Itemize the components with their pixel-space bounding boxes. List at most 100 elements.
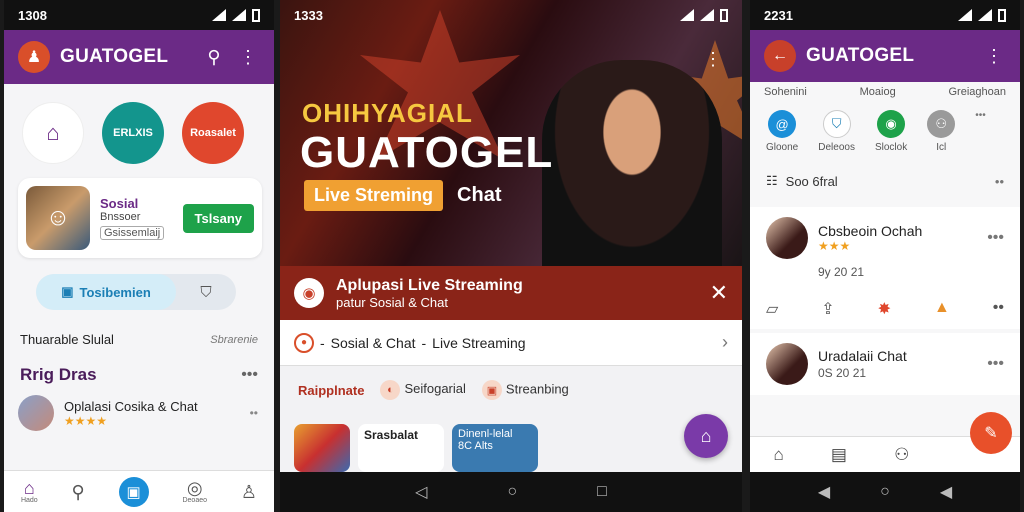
nav-profile[interactable]: ♙ xyxy=(241,483,257,501)
more-horizontal-icon[interactable]: •• xyxy=(995,174,1004,189)
category-icon: ● xyxy=(294,332,314,353)
category-circle-1[interactable]: ⌂ xyxy=(22,102,84,164)
at-icon: @ xyxy=(768,110,797,138)
chevron-right-icon: › xyxy=(722,332,728,352)
share-icon[interactable]: ⇪ xyxy=(821,299,834,319)
pencil-icon: ✎ xyxy=(984,425,998,442)
app-title: GUATOGEL xyxy=(806,45,915,66)
app-banner[interactable]: ◉ Aplupasi Live Streaming patur Sosial &… xyxy=(280,266,742,320)
tab-2[interactable]: Moaiog xyxy=(860,86,896,98)
rating-stars: ★★★★ xyxy=(64,413,108,428)
app-logo-icon: ◉ xyxy=(294,278,324,308)
wifi-icon xyxy=(700,9,714,21)
more-horizontal-icon[interactable]: •• xyxy=(993,299,1004,319)
phone-1-screen: 1308 ♟ GUATOGEL ⚲ ⋮ ⌂ ERLXIS Roasalet ☺ … xyxy=(4,0,274,512)
category-circle-2[interactable]: ERLXIS xyxy=(102,102,164,164)
category-circles: ⌂ ERLXIS Roasalet xyxy=(4,84,274,164)
quick-icon-4[interactable]: ⚇ Icl xyxy=(927,110,956,153)
home-icon[interactable]: ⌂ xyxy=(774,445,784,465)
pill-active-tab[interactable]: ▣ Tosibemien xyxy=(36,274,176,310)
close-icon[interactable]: ✕ xyxy=(710,280,728,306)
hero-line-1: OHIHYAGIAL xyxy=(302,98,473,128)
post-card[interactable]: Uradalaii Chat 0S 20 21 ••• xyxy=(750,333,1020,395)
action-fab[interactable]: ✎ xyxy=(970,412,1012,454)
home-icon: ⌂ xyxy=(23,478,35,498)
featured-card[interactable]: ☺ Sosial Bnssoer Gsissemlaij Tslsany xyxy=(18,178,262,258)
hero-tag-live: Live Streming xyxy=(304,180,444,211)
more-icon[interactable]: ⋮ xyxy=(982,44,1006,68)
banner-subtitle: patur Sosial & Chat xyxy=(336,294,449,310)
card-avatar: ☺ xyxy=(26,186,90,250)
more-horizontal-icon[interactable]: ••• xyxy=(241,366,258,384)
phone-3-screen: 2231 ← GUATOGEL ⋮ Sohenini Moaiog Greiag… xyxy=(750,0,1020,512)
category-circle-3[interactable]: Roasalet xyxy=(182,102,244,164)
chip-3[interactable]: ▣ Streanbing xyxy=(481,380,569,400)
nav-search[interactable]: ⚲ xyxy=(72,483,85,501)
shield-icon: ⛉ xyxy=(822,110,851,138)
hero-banner[interactable]: ⋮ OHIHYAGIAL GUATOGEL Live Streming Chat xyxy=(280,0,742,266)
signal-icon xyxy=(958,9,972,21)
pill-secondary-tab[interactable]: ⛉ xyxy=(176,284,236,301)
tile-card[interactable]: Srasbalat xyxy=(358,424,444,472)
more-horizontal-icon[interactable]: •• xyxy=(250,406,258,420)
app-logo-icon[interactable]: ♟ xyxy=(18,41,50,73)
tab-1[interactable]: Sohenini xyxy=(764,86,807,98)
bottom-nav: ⌂ Hado ⚲ ▣ ◎ Deoaeo ♙ xyxy=(4,470,274,512)
tv-icon: ▣ xyxy=(118,476,149,507)
back-icon[interactable]: ◁ xyxy=(415,482,427,502)
status-time: 1308 xyxy=(18,7,47,23)
join-button[interactable]: Tslsany xyxy=(182,203,254,233)
nav-home[interactable]: ⌂ Hado xyxy=(21,479,38,504)
post-date: 0S 20 21 xyxy=(818,366,867,380)
card-subtitle: Bnssoer xyxy=(100,210,141,223)
people-icon: ⚇ xyxy=(927,110,956,138)
fire-icon[interactable]: ▲ xyxy=(934,299,950,319)
tile-blue[interactable]: Dinenl-lelal 8C Alts xyxy=(452,424,538,472)
stream-icon: ▣ xyxy=(481,380,502,400)
post-actions: ▱ ⇪ ✸ ▲ •• xyxy=(750,289,1020,329)
quick-icon-2[interactable]: ⛉ Deleoos xyxy=(818,110,855,153)
people-icon[interactable]: ⚇ xyxy=(894,445,909,465)
nav-live[interactable]: ▣ xyxy=(118,476,149,507)
system-nav: ◁ ○ □ xyxy=(280,472,742,512)
more-icon[interactable]: ⋮ xyxy=(236,45,260,69)
home-fab[interactable]: ⌂ xyxy=(684,414,728,458)
recents-icon[interactable]: □ xyxy=(597,483,607,501)
gift-icon[interactable]: ✸ xyxy=(878,299,891,319)
tv-icon: ▣ xyxy=(61,284,74,299)
chip-2[interactable]: ◐ Seifogarial xyxy=(380,380,466,400)
nav-discover[interactable]: ◎ Deoaeo xyxy=(182,479,207,504)
recents-icon[interactable]: ◀ xyxy=(940,482,952,502)
breadcrumb[interactable]: ● - Sosial & Chat - Live Streaming › xyxy=(280,320,742,366)
quick-icon-3[interactable]: ◉ Sloclok xyxy=(875,110,907,153)
search-icon: ⚲ xyxy=(71,481,85,502)
home-circle-icon[interactable]: ○ xyxy=(507,483,517,501)
more-icon[interactable]: ⋮ xyxy=(704,50,722,68)
more-horizontal-icon[interactable]: ••• xyxy=(975,110,986,153)
quick-icon-1[interactable]: @ Gloone xyxy=(766,110,798,153)
post-date: 9y 20 21 xyxy=(818,265,865,279)
chip-1[interactable]: Raipplnate xyxy=(298,383,364,398)
list-row[interactable]: ☷ Soo 6fral •• xyxy=(750,161,1020,201)
list-item[interactable]: Oplalasi Cosika & Chat ★★★★ •• xyxy=(4,385,274,431)
hero-line-2: GUATOGEL xyxy=(300,128,554,177)
comment-icon[interactable]: ▱ xyxy=(766,299,778,319)
more-horizontal-icon[interactable]: ••• xyxy=(987,355,1004,373)
avatar xyxy=(766,343,808,385)
compass-icon: ◎ xyxy=(186,478,203,498)
section-header-2: Rrig Dras ••• xyxy=(20,365,258,384)
wifi-icon xyxy=(978,9,992,21)
app-bar: ← GUATOGEL ⋮ xyxy=(750,30,1020,82)
back-arrow-icon[interactable]: ← xyxy=(764,40,796,72)
app-title: GUATOGEL xyxy=(60,46,169,67)
post-card[interactable]: Cbsbeoin Ochah ★★★ ••• 9y 20 21 xyxy=(750,207,1020,289)
status-time: 2231 xyxy=(764,7,793,23)
back-icon[interactable]: ◀ xyxy=(818,482,830,502)
more-horizontal-icon[interactable]: ••• xyxy=(987,229,1004,247)
search-icon[interactable]: ⚲ xyxy=(202,45,226,69)
tab-3[interactable]: Greiaghoan xyxy=(949,86,1007,98)
home-circle-icon[interactable]: ○ xyxy=(880,483,890,501)
card-tag: Gsissemlaij xyxy=(100,225,165,240)
calendar-icon[interactable]: ▤ xyxy=(831,445,847,465)
tile-image[interactable] xyxy=(294,424,350,472)
